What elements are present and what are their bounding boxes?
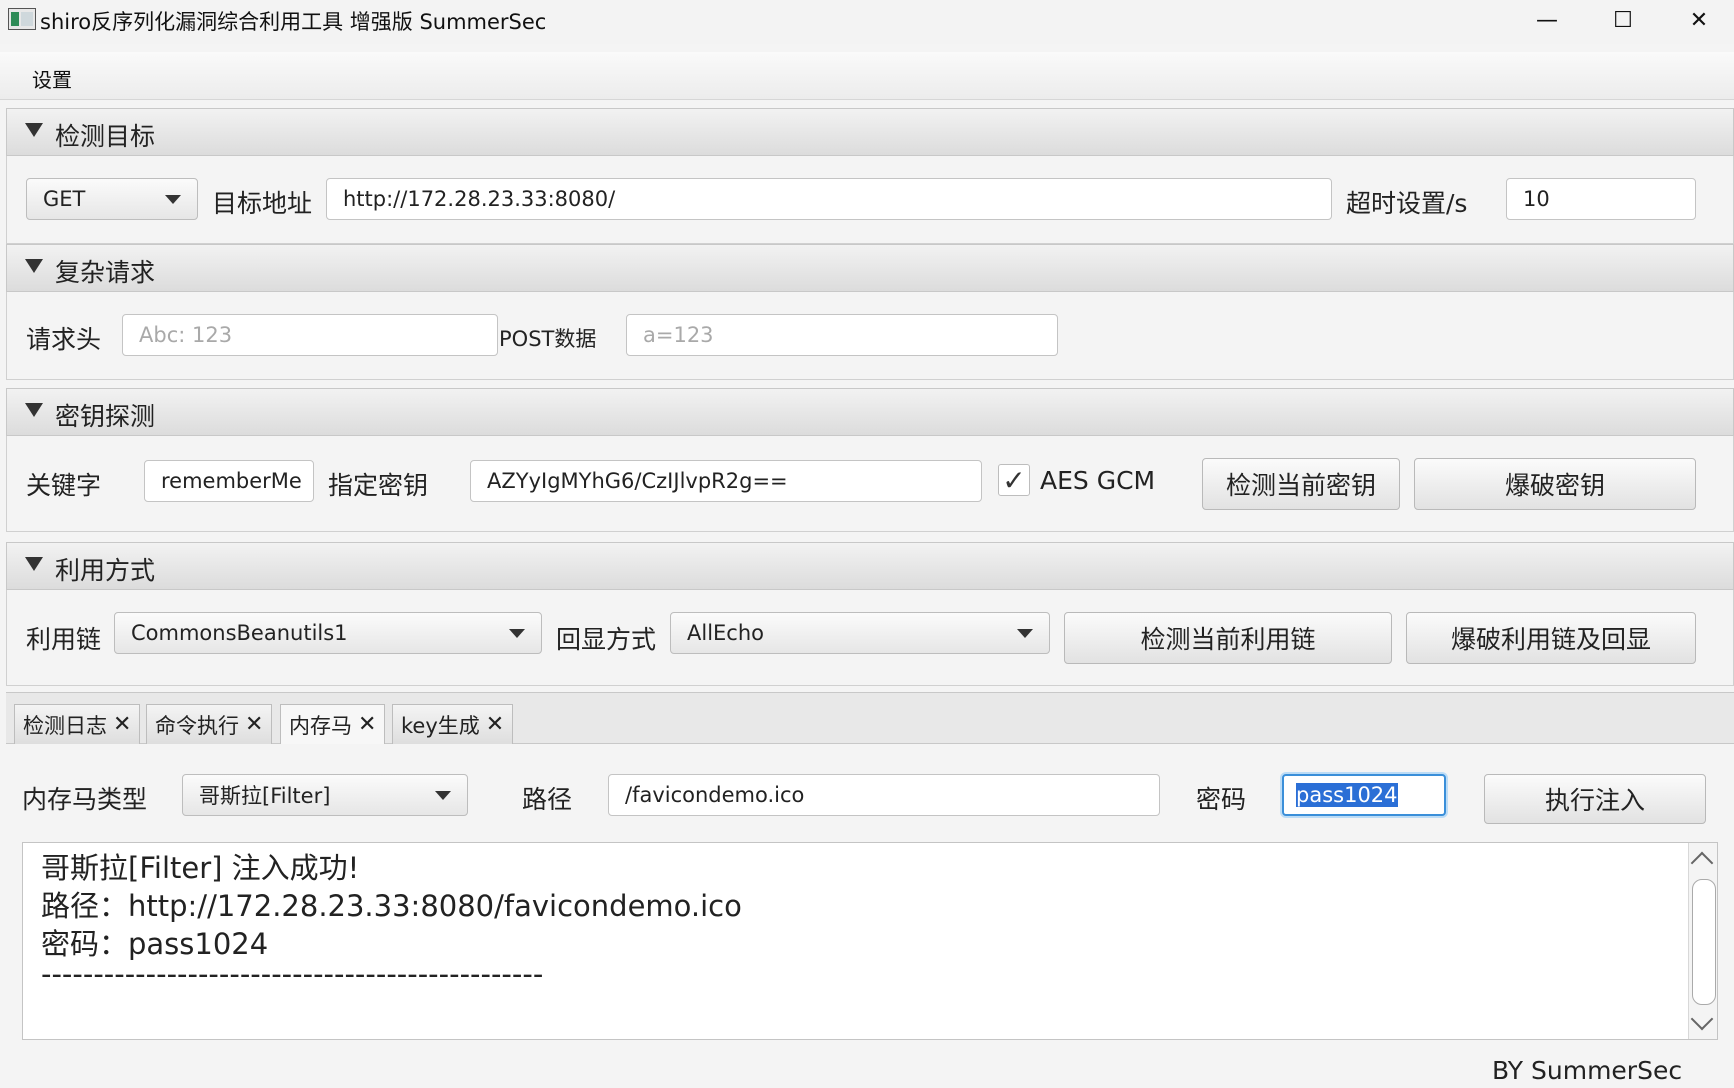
check-key-button[interactable]: 检测当前密钥: [1202, 458, 1400, 510]
collapse-triangle-icon: [25, 259, 43, 273]
close-tab-icon[interactable]: ✕: [358, 712, 376, 737]
memshell-type-select[interactable]: 哥斯拉[Filter]: [182, 774, 468, 816]
memshell-type-value: 哥斯拉[Filter]: [199, 784, 331, 808]
section-complex-title: 复杂请求: [55, 258, 156, 287]
timeout-input[interactable]: 10: [1506, 178, 1696, 220]
section-target-title: 检测目标: [55, 122, 156, 151]
scroll-up-icon[interactable]: [1690, 851, 1714, 875]
collapse-triangle-icon: [25, 123, 43, 137]
password-label: 密码: [1196, 785, 1247, 814]
chevron-down-icon: [435, 791, 451, 800]
output-line: 路径：http://172.28.23.33:8080/favicondemo.…: [41, 889, 742, 923]
aes-gcm-checkbox[interactable]: ✓: [998, 463, 1030, 497]
chain-value: CommonsBeanutils1: [131, 621, 348, 645]
tab-command-exec[interactable]: 命令执行 ✕: [146, 704, 273, 744]
password-input[interactable]: pass1024: [1282, 774, 1446, 816]
inject-button[interactable]: 执行注入: [1484, 774, 1706, 824]
path-input[interactable]: /favicondemo.ico: [608, 774, 1160, 816]
echo-value: AllEcho: [687, 621, 765, 645]
close-tab-icon[interactable]: ✕: [113, 712, 131, 737]
tab-detect-log[interactable]: 检测日志 ✕: [14, 704, 141, 744]
keyword-label: 关键字: [26, 471, 102, 500]
chevron-down-icon: [1017, 629, 1033, 638]
section-exploit-header[interactable]: 利用方式: [6, 542, 1734, 590]
collapse-triangle-icon: [25, 403, 43, 417]
tab-label: key生成: [401, 713, 480, 738]
echo-label: 回显方式: [556, 625, 657, 654]
check-chain-button[interactable]: 检测当前利用链: [1064, 612, 1392, 664]
header-label: 请求头: [26, 325, 102, 354]
app-icon: [8, 8, 36, 30]
section-target-header[interactable]: 检测目标: [6, 108, 1734, 156]
key-input[interactable]: AZYyIgMYhG6/CzIJlvpR2g==: [470, 460, 982, 502]
tab-label: 命令执行: [155, 713, 239, 738]
password-value: pass1024: [1296, 783, 1398, 807]
echo-select[interactable]: AllEcho: [670, 612, 1050, 654]
chain-label: 利用链: [26, 625, 102, 654]
section-exploit-title: 利用方式: [55, 556, 156, 585]
scroll-thumb[interactable]: [1692, 879, 1716, 1005]
chevron-down-icon: [165, 195, 181, 204]
vertical-scrollbar[interactable]: [1688, 843, 1717, 1039]
menu-bar: [0, 52, 1734, 100]
url-label: 目标地址: [212, 189, 313, 218]
close-tab-icon[interactable]: ✕: [245, 712, 263, 737]
maximize-icon[interactable]: ☐: [1588, 0, 1658, 40]
minimize-icon[interactable]: —: [1512, 0, 1582, 40]
menu-settings[interactable]: 设置: [32, 64, 72, 93]
chevron-down-icon: [509, 629, 525, 638]
section-complex-header[interactable]: 复杂请求: [6, 244, 1734, 292]
tab-key-gen[interactable]: key生成 ✕: [392, 704, 514, 744]
key-label: 指定密钥: [328, 471, 429, 500]
scroll-down-icon[interactable]: [1690, 1007, 1714, 1031]
post-label: POST数据: [499, 327, 597, 351]
output-line: ----------------------------------------…: [41, 957, 544, 991]
tab-memshell[interactable]: 内存马 ✕: [280, 704, 386, 744]
method-select[interactable]: GET: [26, 178, 198, 220]
section-key-title: 密钥探测: [55, 402, 156, 431]
output-textarea[interactable]: 哥斯拉[Filter] 注入成功! 路径：http://172.28.23.33…: [22, 842, 1718, 1040]
keyword-input[interactable]: rememberMe: [144, 460, 314, 502]
aes-gcm-label: AES GCM: [1040, 466, 1156, 495]
brute-chain-button[interactable]: 爆破利用链及回显: [1406, 612, 1696, 664]
memshell-type-label: 内存马类型: [22, 785, 148, 814]
method-value: GET: [43, 187, 86, 211]
close-icon[interactable]: ✕: [1664, 0, 1734, 40]
window-title: shiro反序列化漏洞综合利用工具 增强版 SummerSec: [40, 10, 547, 34]
collapse-triangle-icon: [25, 557, 43, 571]
close-tab-icon[interactable]: ✕: [486, 712, 504, 737]
chain-select[interactable]: CommonsBeanutils1: [114, 612, 542, 654]
header-input[interactable]: Abc: 123: [122, 314, 498, 356]
author-credit: BY SummerSec: [1492, 1056, 1683, 1085]
tab-label: 检测日志: [23, 713, 107, 738]
checkmark-icon: ✓: [1002, 463, 1026, 497]
path-label: 路径: [522, 785, 573, 814]
url-input[interactable]: http://172.28.23.33:8080/: [326, 178, 1332, 220]
brute-key-button[interactable]: 爆破密钥: [1414, 458, 1696, 510]
post-input[interactable]: a=123: [626, 314, 1058, 356]
section-key-header[interactable]: 密钥探测: [6, 388, 1734, 436]
tab-label: 内存马: [289, 713, 352, 738]
timeout-label: 超时设置/s: [1346, 189, 1468, 218]
output-line: 哥斯拉[Filter] 注入成功!: [41, 851, 360, 885]
